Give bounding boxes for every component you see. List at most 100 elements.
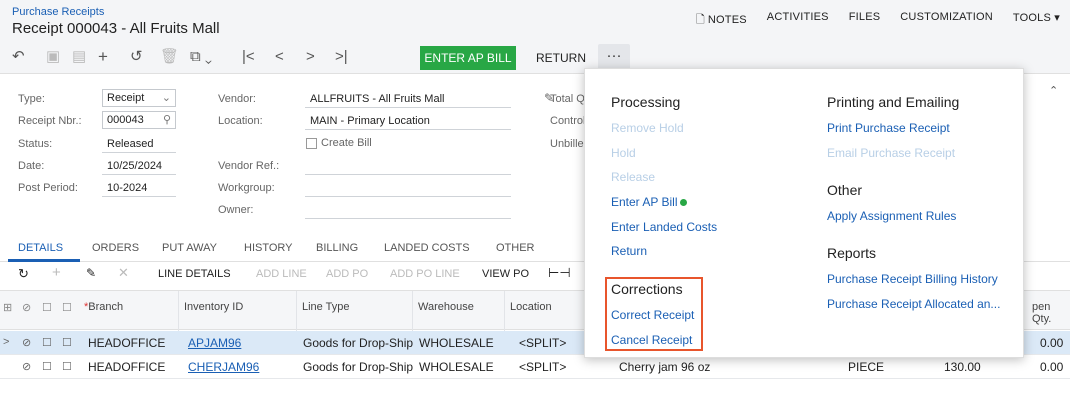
attachment-icon[interactable]: ⊘: [22, 336, 31, 349]
add-po-button[interactable]: ADD PO: [326, 268, 368, 280]
line-type-header[interactable]: Line Type: [302, 301, 350, 313]
files-link[interactable]: FILES: [849, 11, 881, 30]
post-period-value: 10-2024: [107, 182, 148, 194]
open-qty-cell[interactable]: 0.00: [1040, 336, 1063, 350]
tab-details[interactable]: DETAILS: [18, 242, 63, 254]
enter-ap-bill-item[interactable]: Enter AP Bill: [611, 195, 688, 209]
tools-link[interactable]: TOOLS ▾: [1013, 11, 1060, 30]
billing-history-item[interactable]: Purchase Receipt Billing History: [827, 272, 998, 286]
copy-icon[interactable]: ⧉ ⌄: [190, 49, 212, 65]
correct-receipt-item[interactable]: Correct Receipt: [611, 308, 694, 322]
location-cell[interactable]: <SPLIT>: [519, 360, 566, 374]
email-receipt-item[interactable]: Email Purchase Receipt: [827, 146, 955, 160]
location-value[interactable]: MAIN - Primary Location: [310, 115, 430, 127]
inventory-id-link[interactable]: CHERJAM96: [188, 360, 259, 374]
tab-orders[interactable]: ORDERS: [92, 242, 139, 254]
release-item[interactable]: Release: [611, 170, 655, 184]
column-separator: [178, 291, 179, 331]
activities-link[interactable]: ACTIVITIES: [767, 11, 829, 30]
warehouse-cell[interactable]: WHOLESALE: [419, 336, 494, 350]
apply-assignment-rules-item[interactable]: Apply Assignment Rules: [827, 209, 956, 223]
delete-icon[interactable]: 🗑: [160, 49, 179, 65]
return-item[interactable]: Return: [611, 244, 647, 258]
branch-header[interactable]: *Branch: [84, 301, 123, 313]
print-receipt-item[interactable]: Print Purchase Receipt: [827, 121, 950, 135]
warehouse-header[interactable]: Warehouse: [418, 301, 474, 313]
description-cell[interactable]: Cherry jam 96 oz: [619, 360, 710, 374]
create-bill-checkbox[interactable]: [306, 138, 317, 149]
enter-ap-bill-button[interactable]: ENTER AP BILL: [420, 46, 516, 70]
refresh-icon[interactable]: ↻: [18, 266, 29, 282]
location-header[interactable]: Location: [510, 301, 552, 313]
line-type-cell[interactable]: Goods for Drop-Ship: [303, 360, 413, 374]
branch-cell[interactable]: HEADOFFICE: [88, 336, 165, 350]
vendor-ref-input[interactable]: [305, 174, 511, 175]
line-details-button[interactable]: LINE DETAILS: [158, 268, 231, 280]
add-po-line-button[interactable]: ADD PO LINE: [390, 268, 460, 280]
undo-icon[interactable]: ↺: [130, 49, 143, 65]
cancel-receipt-item[interactable]: Cancel Receipt: [611, 333, 692, 347]
add-icon[interactable]: +: [98, 48, 108, 65]
allocated-report-item[interactable]: Purchase Receipt Allocated an...: [827, 297, 1000, 311]
vendor-value[interactable]: ALLFRUITS - All Fruits Mall: [310, 93, 444, 105]
fit-columns-icon[interactable]: ⊢⊣: [548, 265, 571, 281]
collapse-icon[interactable]: ⌃: [1049, 84, 1058, 97]
view-po-button[interactable]: VIEW PO: [482, 268, 529, 280]
hold-item[interactable]: Hold: [611, 146, 636, 160]
save-close-icon[interactable]: ▤: [72, 49, 86, 65]
tab-billing[interactable]: BILLING: [316, 242, 358, 254]
customization-link[interactable]: CUSTOMIZATION: [900, 11, 993, 30]
enter-ap-bill-label: Enter AP Bill: [611, 195, 678, 209]
breadcrumb[interactable]: Purchase Receipts: [12, 6, 104, 18]
tab-other[interactable]: OTHER: [496, 242, 535, 254]
select-all-checkbox[interactable]: ☐: [62, 301, 72, 314]
remove-hold-item[interactable]: Remove Hold: [611, 121, 684, 135]
tab-landed-costs[interactable]: LANDED COSTS: [384, 242, 470, 254]
tab-history[interactable]: HISTORY: [244, 242, 293, 254]
note-icon[interactable]: ☐: [42, 360, 52, 373]
row-checkbox[interactable]: ☐: [62, 360, 72, 373]
first-record-icon[interactable]: |<: [242, 49, 255, 65]
receipt-nbr-label: Receipt Nbr.:: [18, 115, 82, 127]
open-qty-cell[interactable]: 0.00: [1040, 360, 1063, 374]
location-cell[interactable]: <SPLIT>: [519, 336, 566, 350]
note-icon[interactable]: ☐: [42, 336, 52, 349]
workgroup-input[interactable]: [305, 196, 511, 197]
tab-put-away[interactable]: PUT AWAY: [162, 242, 217, 254]
attachment-icon[interactable]: ⊘: [22, 360, 31, 373]
enter-landed-costs-item[interactable]: Enter Landed Costs: [611, 220, 717, 234]
create-bill-label: Create Bill: [321, 137, 372, 149]
uom-cell[interactable]: PIECE: [848, 360, 884, 374]
attachment-icon: ⊘: [22, 302, 32, 314]
status-label: Status:: [18, 138, 53, 150]
edit-row-icon[interactable]: ✎: [86, 266, 96, 280]
delete-row-icon[interactable]: ✕: [118, 265, 129, 281]
open-qty-header[interactable]: pen Qty.: [1032, 301, 1070, 325]
header-links: 🗋 NOTES ACTIVITIES FILES CUSTOMIZATION TO…: [676, 11, 1060, 30]
receipt-nbr-field[interactable]: 000043 ⚲: [102, 111, 176, 129]
next-record-icon[interactable]: >: [306, 49, 315, 65]
qty-cell[interactable]: 130.00: [944, 360, 981, 374]
warehouse-cell[interactable]: WHOLESALE: [419, 360, 494, 374]
notes-icon: 🗋: [695, 14, 705, 26]
table-row[interactable]: ⊘ ☐ ☐ HEADOFFICE CHERJAM96 Goods for Dro…: [0, 355, 1070, 379]
page-header: Purchase Receipts Receipt 000043 - All F…: [0, 0, 1070, 40]
row-expand-icon[interactable]: >: [3, 336, 9, 348]
add-line-button[interactable]: ADD LINE: [256, 268, 307, 280]
return-button[interactable]: RETURN: [536, 51, 586, 65]
vendor-underline: [305, 107, 511, 108]
corrections-heading: Corrections: [611, 281, 683, 297]
previous-record-icon[interactable]: <: [275, 49, 284, 65]
back-icon[interactable]: ↶: [12, 49, 25, 65]
owner-input[interactable]: [305, 218, 511, 219]
branch-cell[interactable]: HEADOFFICE: [88, 360, 165, 374]
inventory-id-header[interactable]: Inventory ID: [184, 301, 243, 313]
type-select[interactable]: Receipt ⌄: [102, 89, 176, 107]
save-icon[interactable]: ▣: [46, 49, 60, 65]
inventory-id-link[interactable]: APJAM96: [188, 336, 241, 350]
row-checkbox[interactable]: ☐: [62, 336, 72, 349]
last-record-icon[interactable]: >|: [335, 49, 348, 65]
notes-link[interactable]: 🗋 NOTES: [696, 11, 747, 30]
add-row-icon[interactable]: +: [52, 264, 61, 281]
line-type-cell[interactable]: Goods for Drop-Ship: [303, 336, 413, 350]
